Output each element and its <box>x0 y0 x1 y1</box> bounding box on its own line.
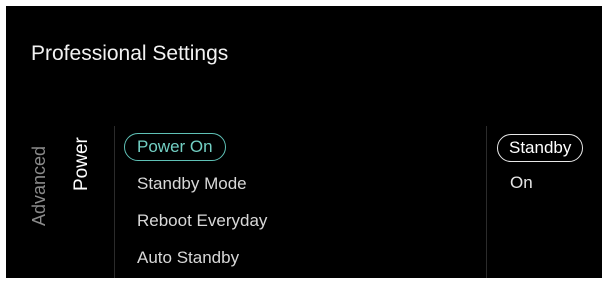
divider <box>114 126 115 278</box>
menu-item-label: Power On <box>124 132 226 161</box>
option-label: On <box>510 172 533 192</box>
option-label: Standby <box>497 133 584 162</box>
menu-item-label: Auto Standby <box>137 247 240 267</box>
power-settings-menu: Power On Standby Mode Reboot Everyday Au… <box>124 128 280 276</box>
menu-item-standby-mode[interactable]: Standby Mode <box>124 165 280 202</box>
menu-item-reboot-everyday[interactable]: Reboot Everyday <box>124 202 280 239</box>
menu-item-auto-standby[interactable]: Auto Standby <box>124 239 280 276</box>
menu-item-label: Reboot Everyday <box>137 210 268 230</box>
menu-item-power-on[interactable]: Power On <box>124 128 280 165</box>
tab-advanced[interactable]: Advanced <box>28 146 50 226</box>
page-title: Professional Settings <box>31 42 229 65</box>
menu-item-label: Standby Mode <box>137 173 247 193</box>
option-on[interactable]: On <box>497 165 583 200</box>
tv-settings-screen: Professional Settings Advanced Power Pow… <box>6 6 602 278</box>
option-standby[interactable]: Standby <box>497 130 584 165</box>
power-on-options: Standby On <box>497 130 584 200</box>
divider <box>486 126 487 278</box>
tab-power[interactable]: Power <box>71 137 93 191</box>
